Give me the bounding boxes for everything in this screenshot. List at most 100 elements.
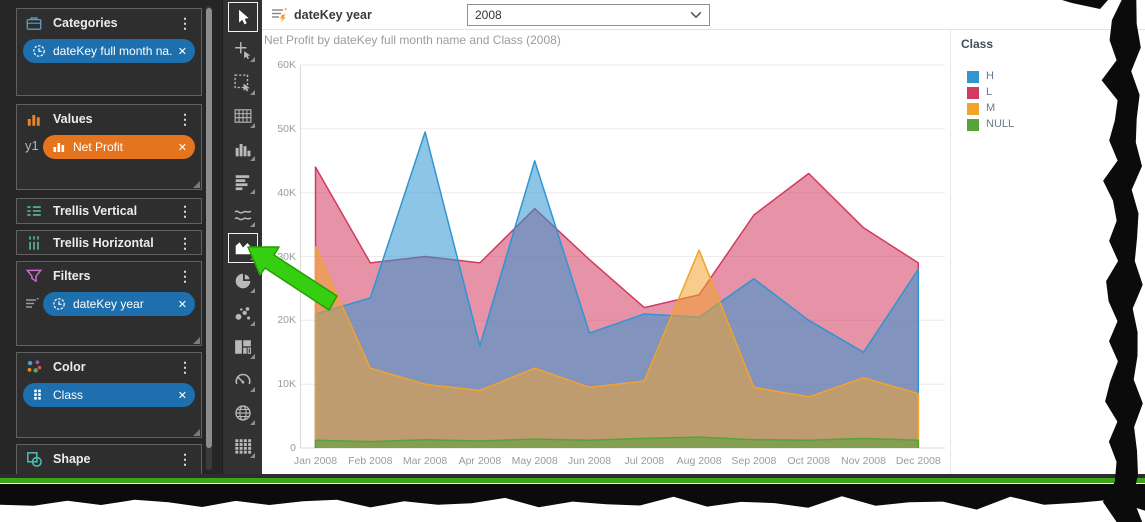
x-axis-tick-label: Jun 2008 — [562, 455, 618, 467]
y-axis-tick-label: 0 — [262, 442, 296, 454]
x-axis-tick-label: May 2008 — [507, 455, 563, 467]
kebab-menu-icon[interactable]: ⋮ — [175, 112, 195, 126]
slicer-bar: dateKey year 2008 — [262, 0, 1145, 30]
kebab-menu-icon[interactable]: ⋮ — [175, 360, 195, 374]
tool-small-multiples[interactable] — [228, 431, 258, 461]
panel-title: Values — [53, 112, 175, 126]
area-chart-plot[interactable] — [300, 65, 945, 448]
tool-column-chart[interactable] — [228, 134, 258, 164]
list-slicer-bolt-icon — [270, 6, 288, 24]
legend-panel: Class HLMNULL — [950, 30, 1144, 474]
clock-date-icon — [32, 44, 46, 58]
panel-trellis-horizontal-header: Trellis Horizontal ⋮ — [17, 231, 201, 254]
briefcase-icon — [25, 14, 43, 32]
y1-axis-label: y1 — [25, 138, 39, 153]
year-dropdown[interactable]: 2008 — [467, 4, 710, 26]
legend-label: NULL — [986, 118, 1014, 131]
trellis-horizontal-icon — [25, 234, 43, 252]
sidebar-scrollbar — [206, 6, 212, 470]
remove-x-icon[interactable]: ✕ — [178, 141, 187, 154]
panel-color-header: Color ⋮ — [17, 353, 201, 381]
panel-values: Values ⋮ y1 Net Profit ✕ — [16, 104, 202, 190]
shape-icon — [25, 450, 43, 468]
kebab-menu-icon[interactable]: ⋮ — [175, 16, 195, 30]
panel-values-header: Values ⋮ — [17, 105, 201, 133]
x-axis-tick-label: Feb 2008 — [342, 455, 398, 467]
panel-title: Categories — [53, 16, 175, 30]
x-axis-tick-label: Dec 2008 — [890, 455, 946, 467]
panel-trellis-horizontal: Trellis Horizontal ⋮ — [16, 230, 202, 255]
legend-list: HLM NULL — [967, 70, 1144, 131]
panel-categories-header: Categories ⋮ — [17, 9, 201, 37]
chevron-down-icon — [690, 11, 702, 19]
remove-x-icon[interactable]: ✕ — [178, 45, 187, 58]
report-canvas: dateKey year 2008 Net Profit by dateKey … — [262, 0, 1145, 474]
legend-item-H[interactable]: H — [967, 70, 1144, 83]
y-axis-tick-label: 30K — [262, 251, 296, 263]
panel-trellis-vertical: Trellis Vertical ⋮ — [16, 198, 202, 224]
chip-datekey-year[interactable]: dateKey year ✕ — [43, 292, 195, 316]
tool-scatter-chart[interactable] — [228, 299, 258, 329]
x-axis-tick-label: Jan 2008 — [288, 455, 344, 467]
legend-swatch — [967, 71, 979, 83]
tool-pie-chart[interactable] — [228, 266, 258, 296]
measure-bars-icon — [25, 110, 43, 128]
panel-title: Filters — [53, 269, 175, 283]
panel-color: Color ⋮ Class ✕ — [16, 352, 202, 438]
panel-filters: Filters ⋮ dateKey year ✕ — [16, 261, 202, 346]
tool-select-pointer[interactable] — [228, 2, 258, 32]
legend-item-L[interactable]: L — [967, 86, 1144, 99]
remove-x-icon[interactable]: ✕ — [178, 389, 187, 402]
tool-grid[interactable] — [228, 101, 258, 131]
window-border-line — [0, 478, 1145, 483]
chip-class[interactable]: Class ✕ — [23, 383, 195, 407]
legend-swatch — [967, 103, 979, 115]
panel-shape: Shape ⋮ — [16, 444, 202, 478]
panel-filters-header: Filters ⋮ — [17, 262, 201, 290]
y-axis-tick-label: 50K — [262, 123, 296, 135]
tool-point-select[interactable] — [228, 35, 258, 65]
chip-datekey-full-month-name[interactable]: dateKey full month na... ✕ — [23, 39, 195, 63]
chip-label: Net Profit — [73, 140, 172, 154]
x-axis-tick-label: Apr 2008 — [452, 455, 508, 467]
tool-lasso-select[interactable] — [228, 68, 258, 98]
measure-bars-icon — [52, 140, 66, 154]
kebab-menu-icon[interactable]: ⋮ — [175, 269, 195, 283]
funnel-icon — [25, 267, 43, 285]
tool-line-chart[interactable] — [228, 200, 258, 230]
chart-title: Net Profit by dateKey full month name an… — [264, 33, 561, 47]
panel-title: Trellis Vertical — [53, 204, 175, 218]
sidebar-scrollbar-thumb[interactable] — [206, 8, 212, 448]
legend-item-NULL[interactable]: NULL — [967, 118, 1144, 131]
x-axis-tick-label: Mar 2008 — [397, 455, 453, 467]
legend-item-M[interactable]: M — [967, 102, 1144, 115]
panel-title: Trellis Horizontal — [53, 236, 175, 250]
app-window: Categories ⋮ dateKey full month na... ✕ … — [0, 0, 1145, 522]
chip-label: Class — [53, 388, 172, 402]
year-dropdown-value: 2008 — [468, 8, 690, 22]
chart-type-toolbar — [222, 0, 262, 474]
chip-net-profit[interactable]: Net Profit ✕ — [43, 135, 195, 159]
legend-label: M — [986, 102, 995, 115]
y-axis-tick-label: 40K — [262, 187, 296, 199]
tool-gauge[interactable] — [228, 365, 258, 395]
list-slicer-icon — [24, 296, 40, 312]
x-axis-tick-label: Aug 2008 — [671, 455, 727, 467]
x-axis-tick-label: Sep 2008 — [726, 455, 782, 467]
y-axis-tick-label: 20K — [262, 314, 296, 326]
tool-treemap[interactable] — [228, 332, 258, 362]
remove-x-icon[interactable]: ✕ — [178, 298, 187, 311]
chip-label: dateKey year — [73, 297, 172, 311]
x-axis-tick-label: Jul 2008 — [616, 455, 672, 467]
kebab-menu-icon[interactable]: ⋮ — [175, 236, 195, 250]
panel-trellis-vertical-header: Trellis Vertical ⋮ — [17, 199, 201, 223]
kebab-menu-icon[interactable]: ⋮ — [175, 204, 195, 218]
tool-bar-chart[interactable] — [228, 167, 258, 197]
legend-label: L — [986, 86, 992, 99]
panel-categories: Categories ⋮ dateKey full month na... ✕ — [16, 8, 202, 96]
tool-area-chart[interactable] — [228, 233, 258, 263]
kebab-menu-icon[interactable]: ⋮ — [175, 452, 195, 466]
legend-swatch — [967, 87, 979, 99]
panel-shape-header: Shape ⋮ — [17, 445, 201, 473]
tool-map-globe[interactable] — [228, 398, 258, 428]
